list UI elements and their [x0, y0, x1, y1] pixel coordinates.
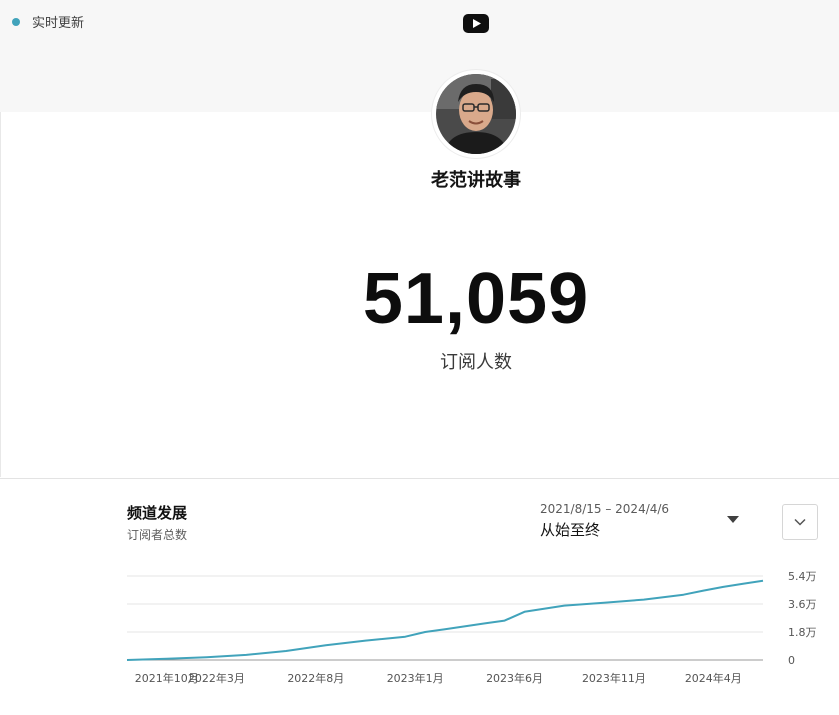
y-tick-label: 0 [788, 654, 795, 667]
chevron-down-icon [794, 518, 806, 526]
y-tick-label: 5.4万 [788, 570, 817, 583]
youtube-icon[interactable] [463, 14, 489, 33]
channel-name: 老范讲故事 [431, 170, 521, 191]
live-indicator: 实时更新 [12, 12, 84, 31]
expand-button[interactable] [782, 504, 818, 540]
header-band [0, 0, 839, 112]
live-dot-icon [12, 17, 20, 26]
y-tick-label: 1.8万 [788, 626, 817, 639]
growth-subtitle: 订阅者总数 [127, 528, 188, 542]
x-tick-label: 2022年8月 [287, 671, 344, 685]
subscriber-growth-chart: 5.4万3.6万1.8万02021年10月2022年3月 2022年8月 2023年… [126, 570, 817, 685]
date-range: 2021/8/15 – 2024/4/6 [540, 502, 670, 516]
series-line [126, 579, 764, 661]
x-tick-label: 2023年11月 [582, 671, 646, 685]
channel-avatar[interactable] [432, 70, 520, 158]
x-tick-label: 2022年3月 [188, 671, 245, 685]
subscriber-count: 51,059 [362, 259, 590, 339]
y-tick-label: 3.6万 [788, 598, 817, 611]
avatar-image [436, 74, 516, 154]
growth-title: 频道发展 [127, 504, 188, 522]
x-tick-label: 2023年1月 [387, 671, 444, 685]
live-label: 实时更新 [32, 16, 85, 31]
x-tick-label: 2024年4月 [685, 671, 742, 685]
subscriber-label: 订阅人数 [440, 352, 512, 373]
section-divider [0, 478, 839, 479]
range-selector-label[interactable]: 从始至终 [540, 519, 600, 540]
x-tick-label: 2023年6月 [486, 671, 543, 685]
caret-down-icon[interactable] [727, 516, 739, 523]
